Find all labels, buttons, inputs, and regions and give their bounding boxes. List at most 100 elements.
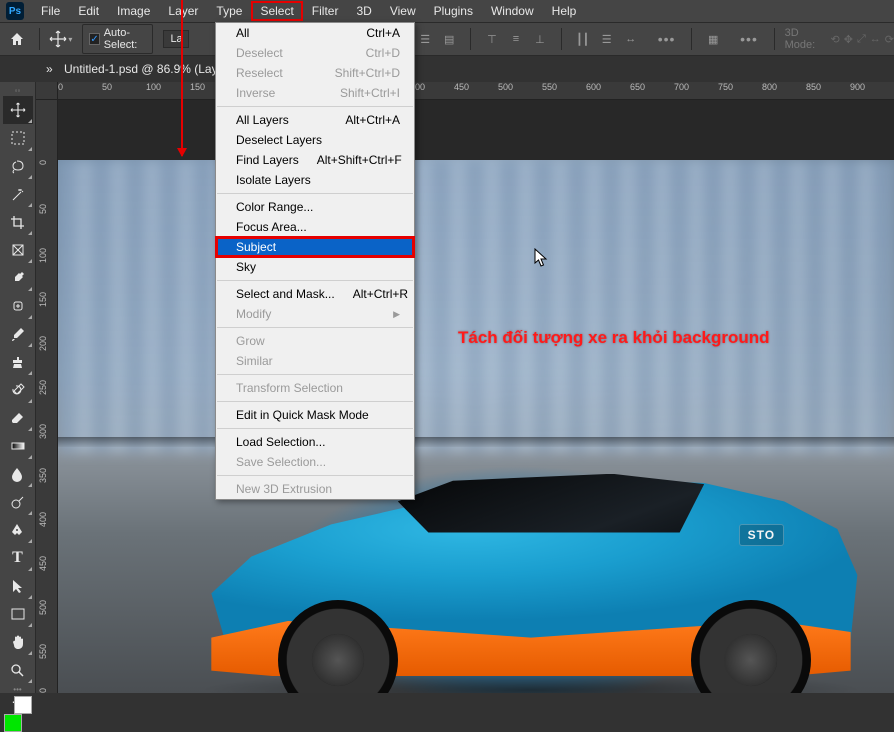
menu-help[interactable]: Help: [543, 1, 586, 21]
align-middle-icon[interactable]: ≡: [505, 28, 527, 50]
orbit-icon[interactable]: ⟲: [831, 33, 840, 46]
ruler-tick: 450: [38, 556, 48, 571]
rectangle-tool[interactable]: [3, 600, 33, 628]
slide-icon[interactable]: ↔: [870, 33, 881, 46]
gradient-tool[interactable]: [3, 432, 33, 460]
frame-tool[interactable]: [3, 236, 33, 264]
menu-edit[interactable]: Edit: [69, 1, 108, 21]
menu-item-inverse: InverseShift+Ctrl+I: [216, 83, 414, 103]
menu-item-all-layers[interactable]: All LayersAlt+Ctrl+A: [216, 110, 414, 130]
menu-item-label: All: [236, 26, 249, 40]
menu-item-edit-in-quick-mask-mode[interactable]: Edit in Quick Mask Mode: [216, 405, 414, 425]
align-center-h-icon[interactable]: ☰: [414, 28, 436, 50]
menubar: Ps FileEditImageLayerTypeSelectFilter3DV…: [0, 0, 894, 22]
menu-view[interactable]: View: [381, 1, 425, 21]
menu-item-focus-area[interactable]: Focus Area...: [216, 217, 414, 237]
type-tool[interactable]: T: [3, 544, 33, 572]
menu-image[interactable]: Image: [108, 1, 159, 21]
checkbox-icon[interactable]: ✓: [89, 33, 99, 45]
menu-item-deselect: DeselectCtrl+D: [216, 43, 414, 63]
align-bottom-icon[interactable]: ⊥: [529, 28, 551, 50]
menu-item-load-selection[interactable]: Load Selection...: [216, 432, 414, 452]
menu-item-shortcut: Alt+Ctrl+R: [353, 287, 408, 301]
document-tab[interactable]: Untitled-1.psd @ 86.9% (Layer: [54, 58, 238, 80]
healing-brush-tool[interactable]: [3, 292, 33, 320]
distribute-v-icon[interactable]: ☰: [596, 28, 618, 50]
blur-tool[interactable]: [3, 460, 33, 488]
more-options-icon[interactable]: •••: [652, 31, 682, 47]
menu-item-save-selection: Save Selection...: [216, 452, 414, 472]
ruler-tick: 700: [674, 82, 689, 92]
menu-select[interactable]: Select: [251, 1, 302, 21]
menu-filter[interactable]: Filter: [303, 1, 348, 21]
menu-file[interactable]: File: [32, 1, 69, 21]
clone-stamp-tool[interactable]: [3, 348, 33, 376]
rotate-icon[interactable]: ⟳: [885, 33, 894, 46]
menu-item-find-layers[interactable]: Find LayersAlt+Shift+Ctrl+F: [216, 150, 414, 170]
align-top-icon[interactable]: ⊤: [481, 28, 503, 50]
move-tool[interactable]: [3, 96, 33, 124]
menu-item-label: Color Range...: [236, 200, 313, 214]
document-canvas[interactable]: STO Tách đối tượng xe ra khỏi background: [58, 160, 894, 693]
auto-select-target-dropdown[interactable]: La: [163, 30, 189, 48]
path-selection-tool[interactable]: [3, 572, 33, 600]
menu-3d[interactable]: 3D: [347, 1, 380, 21]
magic-wand-tool[interactable]: [3, 180, 33, 208]
auto-select-toggle[interactable]: ✓ Auto-Select:: [82, 24, 153, 54]
menu-window[interactable]: Window: [482, 1, 543, 21]
car-badge-text: STO: [739, 524, 784, 546]
home-icon[interactable]: [6, 27, 29, 51]
crop-tool[interactable]: [3, 208, 33, 236]
distribute-spacing-icon[interactable]: ↔: [620, 28, 642, 50]
distribute-h-icon[interactable]: ┃┃: [572, 28, 594, 50]
menu-item-all[interactable]: AllCtrl+A: [216, 23, 414, 43]
ruler-tick: 450: [454, 82, 469, 92]
menu-item-select-and-mask[interactable]: Select and Mask...Alt+Ctrl+R: [216, 284, 414, 304]
panel-grip-icon[interactable]: ◦◦: [3, 86, 33, 95]
menu-item-sky[interactable]: Sky: [216, 257, 414, 277]
menu-item-deselect-layers[interactable]: Deselect Layers: [216, 130, 414, 150]
menu-item-isolate-layers[interactable]: Isolate Layers: [216, 170, 414, 190]
options-bar: ▾ ✓ Auto-Select: La ▥ ☰ ▤ ⊤ ≡ ⊥ ┃┃ ☰ ↔ •…: [0, 22, 894, 56]
marquee-tool[interactable]: [3, 124, 33, 152]
ruler-tick: 300: [38, 424, 48, 439]
move-tool-icon[interactable]: ▾: [49, 27, 72, 51]
ruler-tick: 0: [38, 160, 48, 165]
align-right-icon[interactable]: ▤: [438, 28, 460, 50]
menu-plugins[interactable]: Plugins: [425, 1, 482, 21]
menu-separator: [217, 280, 413, 281]
tab-list-dropdown-icon[interactable]: »: [46, 62, 54, 76]
arrange-icon[interactable]: ▦: [702, 28, 724, 50]
divider: [691, 28, 692, 50]
divider: [774, 28, 775, 50]
menu-separator: [217, 106, 413, 107]
more-options-icon[interactable]: •••: [734, 31, 764, 47]
pen-tool[interactable]: [3, 516, 33, 544]
pan-icon[interactable]: ✥: [844, 33, 853, 46]
hand-tool[interactable]: [3, 628, 33, 656]
dolly-icon[interactable]: ⤢: [857, 33, 866, 46]
ruler-tick: 200: [38, 336, 48, 351]
ruler-tick: 50: [38, 204, 48, 214]
zoom-tool[interactable]: [3, 656, 33, 684]
history-brush-tool[interactable]: [3, 376, 33, 404]
dodge-tool[interactable]: [3, 488, 33, 516]
menu-type[interactable]: Type: [207, 1, 251, 21]
menu-item-modify: Modify▶: [216, 304, 414, 324]
eraser-tool[interactable]: [3, 404, 33, 432]
menu-item-color-range[interactable]: Color Range...: [216, 197, 414, 217]
background-color-swatch[interactable]: [14, 696, 32, 714]
foreground-color-swatch[interactable]: [4, 714, 22, 732]
divider: [39, 28, 40, 50]
menu-item-shortcut: Ctrl+D: [366, 46, 400, 60]
menu-item-subject[interactable]: Subject: [216, 237, 414, 257]
canvas-area: 0501001502002503003504004505005506006507…: [36, 82, 894, 693]
vertical-ruler[interactable]: 050100150200250300350400450500550600: [36, 100, 58, 693]
menu-layer[interactable]: Layer: [159, 1, 207, 21]
lasso-tool[interactable]: [3, 152, 33, 180]
menu-separator: [217, 193, 413, 194]
menu-item-shortcut: Alt+Shift+Ctrl+F: [317, 153, 402, 167]
eyedropper-tool[interactable]: [3, 264, 33, 292]
brush-tool[interactable]: [3, 320, 33, 348]
horizontal-ruler[interactable]: 0501001502002503003504004505005506006507…: [58, 82, 894, 100]
